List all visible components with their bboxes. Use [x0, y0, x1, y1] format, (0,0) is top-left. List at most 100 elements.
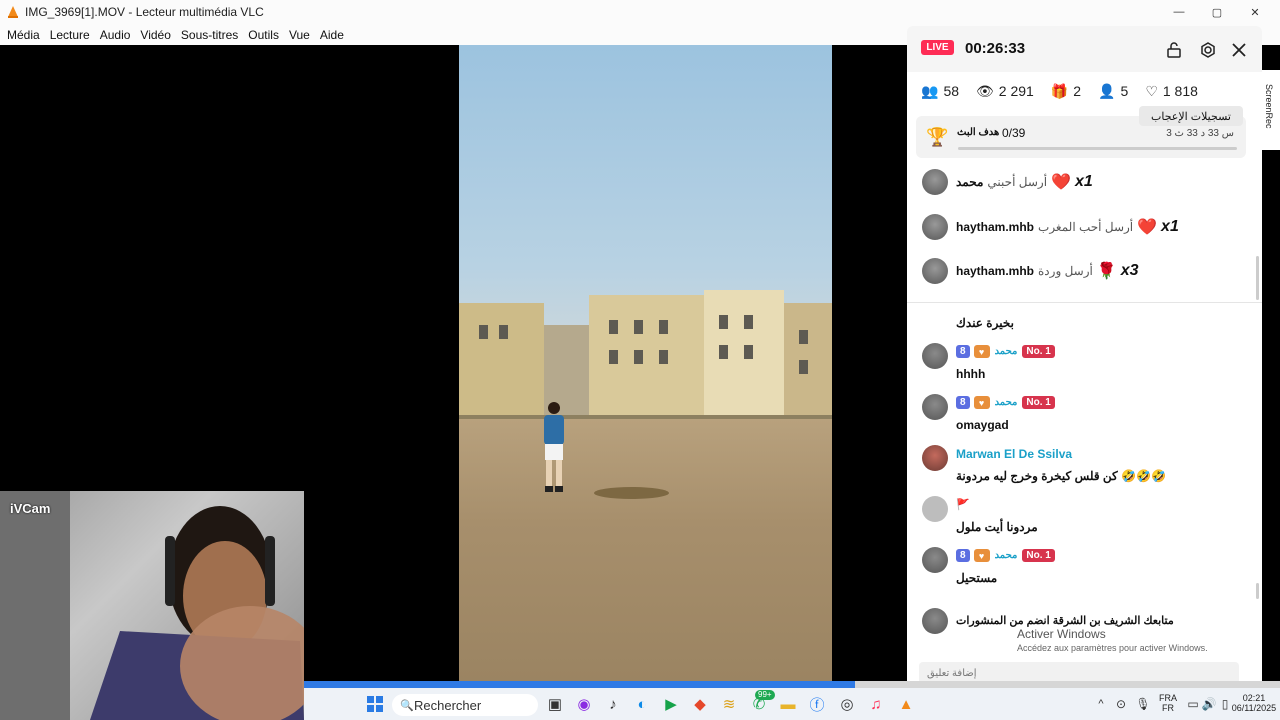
likes-tooltip: تسجيلات الإعجاب — [1139, 106, 1243, 126]
facebook-icon[interactable]: ⓕ — [808, 695, 826, 714]
language-code: FRA — [1159, 693, 1177, 703]
menu-media[interactable]: Média — [7, 28, 40, 42]
goal-icon: 🏆 — [926, 127, 949, 147]
tiktok-live-icon[interactable]: ♫ — [867, 695, 885, 713]
views-count: 2 291 — [998, 83, 1034, 99]
goal-label: هدف البث — [957, 127, 1000, 138]
rank-badge: No. 1 — [1022, 549, 1055, 562]
language-indicator[interactable]: FRA FR — [1158, 693, 1178, 713]
tray-app-icon[interactable]: ⊙ — [1112, 695, 1130, 713]
lock-icon[interactable] — [1165, 41, 1183, 59]
avatar[interactable] — [922, 343, 948, 369]
menu-vue[interactable]: Vue — [289, 28, 310, 42]
chat-text: مستحيل — [956, 571, 998, 585]
goal-progress-bar — [958, 147, 1237, 150]
chat-message: بخيرة عندك — [922, 311, 1252, 333]
people-icon: 👥 — [921, 82, 939, 99]
eye-icon: 👁 — [976, 82, 994, 99]
chat-text: omaygad — [956, 418, 1009, 432]
maximize-button[interactable]: ▢ — [1198, 0, 1236, 24]
avatar[interactable] — [922, 214, 948, 240]
chat-scrollbar[interactable] — [1256, 583, 1259, 599]
chat-username[interactable]: محمد — [995, 397, 1018, 408]
store-icon[interactable]: ▶ — [662, 695, 680, 713]
edge-icon[interactable]: ◐ — [633, 695, 651, 713]
chrome-icon[interactable]: ◎ — [838, 695, 856, 713]
chat-text: مردونا أيت ملول — [956, 520, 1038, 534]
brave-icon[interactable]: ◆ — [691, 695, 709, 713]
search-placeholder: Rechercher — [414, 697, 482, 713]
tray-chevron-icon[interactable]: ^ — [1092, 695, 1110, 713]
stat-viewers: 👥 58 — [921, 82, 959, 100]
avatar[interactable] — [922, 394, 948, 420]
minimize-button[interactable]: — — [1160, 0, 1198, 24]
windows-start-icon[interactable] — [366, 695, 384, 713]
menu-outils[interactable]: Outils — [248, 28, 279, 42]
avatar[interactable] — [922, 169, 948, 195]
avatar[interactable] — [922, 445, 948, 471]
add-user-icon: 👤 — [1098, 82, 1116, 99]
webcam-label: iVCam — [10, 501, 51, 516]
settings-icon[interactable] — [1199, 41, 1217, 59]
menu-lecture[interactable]: Lecture — [50, 28, 90, 42]
gift-sender[interactable]: محمد — [956, 175, 983, 189]
stat-likes[interactable]: ♡ 1 818 — [1145, 82, 1198, 100]
chat-message: 8 ♥ محمد No. 1 hhhh — [922, 343, 1252, 387]
chat-username[interactable]: محمد — [995, 346, 1018, 357]
vlc-title-bar: IMG_3969[1].MOV - Lecteur multimédia VLC — [0, 0, 1280, 24]
chat-text: كن قلس كيخرة وخرج ليه مردونة 🤣🤣🤣 — [956, 469, 1166, 483]
folder-icon[interactable]: ▬ — [779, 695, 797, 713]
gift-count: x1 — [1074, 173, 1093, 190]
vlc-seek-bar[interactable] — [304, 681, 1280, 688]
level-badge: 8 — [956, 396, 970, 409]
menu-sous-titres[interactable]: Sous-titres — [181, 28, 238, 42]
task-view-icon[interactable]: ▣ — [546, 695, 564, 713]
avatar[interactable] — [922, 258, 948, 284]
screenrec-label: ScreenRec — [1264, 84, 1274, 129]
whatsapp-badge: 99+ — [755, 690, 775, 700]
chat-header: 8 ♥ محمد No. 1 — [956, 549, 1055, 562]
menu-video[interactable]: Vidéo — [140, 28, 170, 42]
live-timer: 00:26:33 — [965, 40, 1026, 57]
close-button[interactable]: ✕ — [1236, 0, 1274, 24]
gift-sender[interactable]: haytham.mhb — [956, 264, 1034, 278]
chat-username[interactable]: محمد — [995, 550, 1018, 561]
live-top-bar: LIVE 00:26:33 — [907, 26, 1262, 72]
taskbar-search[interactable]: 🔍 Rechercher — [392, 694, 538, 716]
gift-icon: 🎁 — [1050, 82, 1069, 99]
chat-username[interactable]: Marwan El De Ssilva — [956, 447, 1072, 461]
chat-message: 8 ♥ محمد No. 1 omaygad — [922, 394, 1252, 438]
chat-text: متابعك الشريف بن الشرقة انضم من المنشورا… — [956, 615, 1174, 627]
stat-gifts: 🎁 2 — [1051, 82, 1081, 100]
vlc-cone-icon — [8, 6, 18, 18]
rose-gift-icon: 🌹 — [1096, 263, 1117, 280]
likes-count: 1 818 — [1162, 83, 1198, 99]
clock-time: 02:21 — [1242, 693, 1266, 703]
goal-time: 3 س 33 د 33 ث — [1166, 128, 1234, 139]
panel-close-icon[interactable] — [1230, 41, 1248, 59]
followers-count: 5 — [1120, 83, 1129, 99]
keyboard-code: FR — [1162, 703, 1174, 713]
chat-message: 🚩 مردونا أيت ملول — [922, 496, 1252, 540]
panel-scrollbar[interactable] — [1256, 256, 1259, 300]
tiktok-app-icon[interactable]: ♪ — [604, 695, 622, 713]
screenrec-side-tab[interactable]: ScreenRec — [1262, 70, 1280, 150]
avatar[interactable] — [922, 547, 948, 573]
live-stats-row: 👥 58 👁 2 291 🎁 2 👤 5 ♡ 1 818 — [921, 82, 1251, 100]
video-ground-patch — [594, 487, 669, 499]
microphone-icon[interactable]: 🎙 — [1134, 695, 1152, 713]
chat-text: hhhh — [956, 367, 986, 381]
app-purple-icon[interactable]: ◉ — [575, 695, 593, 713]
gift-sender[interactable]: haytham.mhb — [956, 220, 1034, 234]
taskbar-clock[interactable]: 02:21 06/11/2025 — [1230, 693, 1278, 713]
avatar[interactable] — [922, 608, 948, 634]
menu-audio[interactable]: Audio — [100, 28, 131, 42]
avatar[interactable] — [922, 496, 948, 522]
vlc-taskbar-icon[interactable]: ▲ — [897, 695, 915, 713]
fan-heart-icon: ♥ — [973, 396, 990, 409]
stat-views: 👁 2 291 — [976, 82, 1034, 100]
menu-aide[interactable]: Aide — [320, 28, 344, 42]
heart-icon: ♡ — [1145, 82, 1158, 99]
video-player-figure — [544, 402, 564, 492]
stack-app-icon[interactable]: ≋ — [720, 695, 738, 713]
